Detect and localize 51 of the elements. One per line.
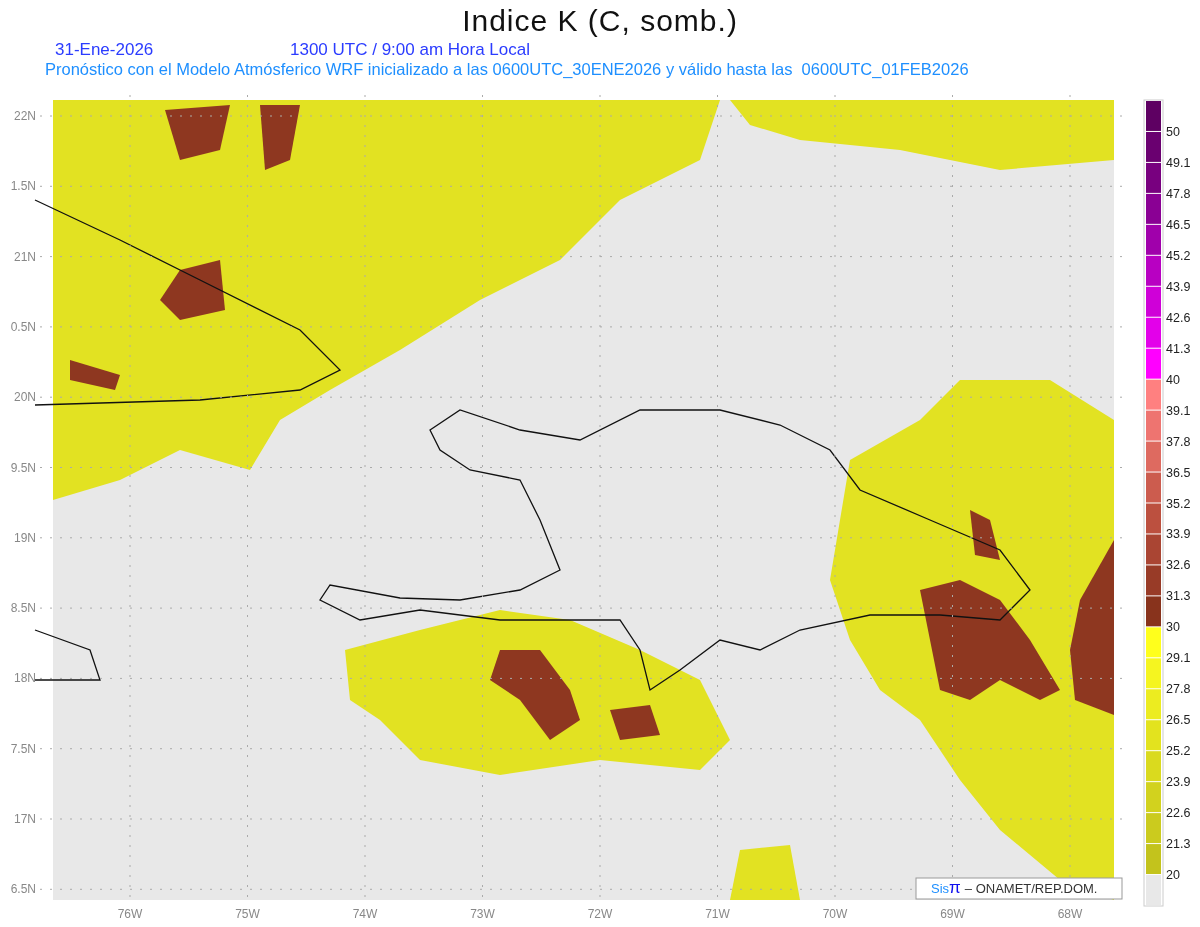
latitude-label: 18N	[14, 671, 36, 686]
color-scale-label: 32.6	[1166, 558, 1191, 573]
color-scale-label: 49.1	[1166, 155, 1191, 170]
color-scale-label: 46.5	[1166, 217, 1191, 232]
color-scale-label: 21.3	[1166, 837, 1191, 852]
latitude-label: 0.5N	[10, 319, 36, 334]
color-scale-label: 22.6	[1166, 806, 1191, 821]
forecast-subtitle: Pronóstico con el Modelo Atmósferico WRF inicializado a las 0600UTC_30ENE2026 y válido hasta las 0600UTC_01FEB2026	[44, 60, 970, 79]
chart-title: Indice K (C, somb.)	[461, 3, 739, 39]
latitude-label: 20N	[14, 390, 36, 405]
longitude-label: 71W	[705, 907, 730, 921]
credit-label: Sisπ – ONAMET/REP.DOM.	[915, 877, 1123, 900]
latitude-label: 21N	[14, 249, 36, 264]
color-scale-label: 25.2	[1166, 744, 1191, 759]
color-scale-label: 43.9	[1166, 279, 1191, 294]
latitude-label: 1.5N	[10, 179, 36, 194]
color-scale-label: 39.1	[1166, 403, 1191, 418]
latitude-label: 7.5N	[10, 741, 36, 756]
longitude-label: 70W	[822, 907, 848, 921]
time-label: 1300 UTC / 9:00 am Hora Local	[290, 40, 530, 60]
latitude-label: 6.5N	[10, 882, 36, 897]
color-scale-label: 26.5	[1166, 713, 1191, 728]
color-scale-label: 42.6	[1166, 310, 1191, 325]
longitude-label: 76W	[117, 907, 143, 921]
latitude-label: 22N	[14, 109, 36, 123]
color-scale-label: 45.2	[1166, 248, 1191, 263]
latitude-label: 19N	[14, 530, 36, 545]
longitude-label: 75W	[235, 907, 260, 921]
date-label: 31-Ene-2026	[55, 40, 155, 60]
color-scale-label: 35.2	[1166, 496, 1191, 511]
color-scale-label: 29.1	[1166, 651, 1191, 666]
longitude-label: 72W	[587, 907, 613, 921]
color-scale-label: 50	[1166, 124, 1180, 139]
color-scale-label: 33.9	[1166, 527, 1191, 542]
color-scale-label: 20	[1166, 868, 1180, 883]
color-scale-label: 23.9	[1166, 775, 1191, 790]
latitude-label: 17N	[14, 812, 36, 826]
longitude-label: 74W	[352, 907, 378, 921]
color-scale-label: 27.8	[1166, 682, 1191, 697]
longitude-label: 68W	[1057, 907, 1083, 921]
latitude-label: 9.5N	[10, 460, 36, 475]
longitude-label: 73W	[470, 907, 495, 921]
color-scale-label: 36.5	[1166, 465, 1191, 480]
color-scale-label: 47.8	[1166, 186, 1191, 201]
longitude-label: 69W	[940, 907, 965, 921]
color-scale-label: 37.8	[1166, 434, 1191, 449]
color-scale-label: 40	[1166, 372, 1180, 387]
color-scale-label: 30	[1166, 620, 1180, 635]
color-scale-label: 41.3	[1166, 341, 1191, 356]
color-scale-label: 31.3	[1166, 589, 1191, 604]
latitude-label: 8.5N	[10, 601, 36, 616]
